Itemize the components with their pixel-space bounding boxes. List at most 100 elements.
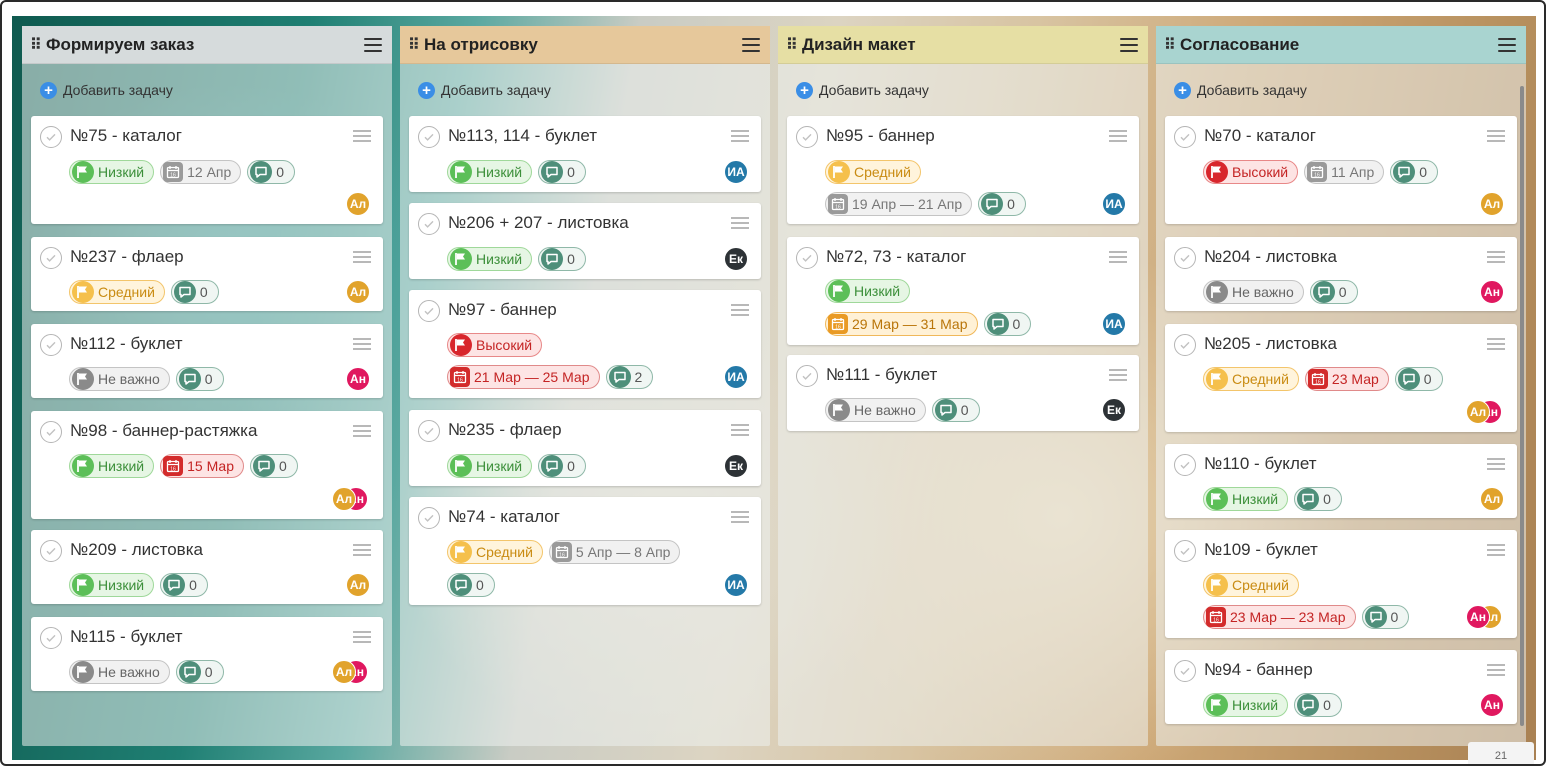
task-card[interactable]: №72, 73 - каталог Низкий 29 Мар — 31 Мар… [787, 237, 1139, 345]
comments-badge[interactable]: 0 [160, 573, 208, 597]
task-title[interactable]: №74 - каталог [448, 507, 560, 527]
task-title[interactable]: №94 - баннер [1204, 660, 1313, 680]
due-date-badge[interactable]: 15 Мар [160, 454, 244, 478]
avatar[interactable]: Ек [1102, 398, 1126, 422]
avatar[interactable]: Ал [1480, 487, 1504, 511]
avatar[interactable]: ИА [1102, 312, 1126, 336]
task-card[interactable]: №113, 114 - буклет Низкий 0 ИА [409, 116, 761, 192]
check-circle-icon[interactable] [40, 126, 62, 148]
due-date-badge[interactable]: 21 Мар — 25 Мар [447, 365, 600, 389]
task-card[interactable]: №110 - буклет Низкий 0 Ал [1165, 444, 1517, 518]
check-circle-icon[interactable] [796, 126, 818, 148]
check-circle-icon[interactable] [40, 540, 62, 562]
drag-handle-icon[interactable] [1487, 251, 1505, 263]
priority-badge[interactable]: Средний [1203, 573, 1299, 597]
priority-badge[interactable]: Высокий [447, 333, 543, 357]
comments-badge[interactable]: 2 [605, 365, 654, 389]
task-title[interactable]: №97 - баннер [448, 300, 557, 320]
priority-badge[interactable]: Низкий [69, 454, 155, 478]
task-card[interactable]: №111 - буклет Не важно 0 Ек [787, 355, 1139, 431]
drag-grip-icon[interactable]: ⠿ [1164, 35, 1178, 55]
avatar[interactable]: ИА [724, 573, 748, 597]
check-circle-icon[interactable] [418, 213, 440, 235]
comments-badge[interactable]: 0 [1394, 367, 1443, 391]
avatar[interactable]: ИА [724, 160, 748, 184]
hamburger-menu-icon[interactable] [742, 37, 760, 52]
check-circle-icon[interactable] [1174, 247, 1196, 269]
priority-badge[interactable]: Средний [1203, 367, 1299, 391]
comments-badge[interactable]: 0 [538, 454, 586, 478]
drag-handle-icon[interactable] [1487, 338, 1505, 350]
priority-badge[interactable]: Низкий [69, 160, 155, 184]
task-title[interactable]: №110 - буклет [1204, 454, 1317, 474]
hamburger-menu-icon[interactable] [1498, 37, 1516, 52]
add-task-button[interactable]: + Добавить задачу [40, 80, 392, 100]
priority-badge[interactable]: Высокий [1203, 160, 1299, 184]
task-title[interactable]: №237 - флаер [70, 247, 184, 267]
priority-badge[interactable]: Средний [447, 540, 543, 564]
task-title[interactable]: №205 - листовка [1204, 334, 1337, 354]
check-circle-icon[interactable] [418, 126, 440, 148]
priority-badge[interactable]: Низкий [447, 247, 533, 271]
priority-badge[interactable]: Низкий [825, 279, 911, 303]
task-title[interactable]: №98 - баннер-растяжка [70, 421, 257, 441]
task-title[interactable]: №109 - буклет [1204, 540, 1318, 560]
task-title[interactable]: №75 - каталог [70, 126, 182, 146]
comments-badge[interactable]: 0 [1309, 280, 1358, 304]
check-circle-icon[interactable] [796, 365, 818, 387]
priority-badge[interactable]: Низкий [447, 454, 533, 478]
check-circle-icon[interactable] [1174, 540, 1196, 562]
due-date-badge[interactable]: 19 Апр — 21 Апр [825, 192, 973, 216]
drag-handle-icon[interactable] [1109, 251, 1127, 263]
task-title[interactable]: №112 - буклет [70, 334, 183, 354]
task-card[interactable]: №235 - флаер Низкий 0 Ек [409, 410, 761, 486]
priority-badge[interactable]: Средний [69, 280, 165, 304]
avatar[interactable]: Ек [724, 454, 748, 478]
avatar[interactable]: Ек [724, 247, 748, 271]
check-circle-icon[interactable] [1174, 454, 1196, 476]
task-title[interactable]: №72, 73 - каталог [826, 247, 966, 267]
avatar[interactable]: Ал [332, 487, 356, 511]
drag-handle-icon[interactable] [731, 304, 749, 316]
comments-badge[interactable]: 0 [249, 454, 298, 478]
task-card[interactable]: №115 - буклет Не важно 0 Ал Ан [31, 617, 383, 691]
check-circle-icon[interactable] [418, 420, 440, 442]
avatar[interactable]: ИА [1102, 192, 1126, 216]
comments-badge[interactable]: 0 [170, 280, 219, 304]
comments-badge[interactable]: 0 [978, 192, 1026, 216]
drag-handle-icon[interactable] [353, 631, 371, 643]
check-circle-icon[interactable] [418, 300, 440, 322]
drag-handle-icon[interactable] [1487, 664, 1505, 676]
priority-badge[interactable]: Не важно [1203, 280, 1304, 304]
comments-badge[interactable]: 0 [931, 398, 980, 422]
drag-handle-icon[interactable] [731, 511, 749, 523]
comments-badge[interactable]: 0 [1390, 160, 1439, 184]
task-card[interactable]: №74 - каталог Средний 5 Апр — 8 Апр 0 ИА [409, 497, 761, 605]
check-circle-icon[interactable] [1174, 660, 1196, 682]
check-circle-icon[interactable] [1174, 126, 1196, 148]
task-title[interactable]: №70 - каталог [1204, 126, 1316, 146]
drag-handle-icon[interactable] [1109, 369, 1127, 381]
task-card[interactable]: №206 + 207 - листовка Низкий 0 Ек [409, 203, 761, 279]
avatar[interactable]: Ан [1466, 605, 1490, 629]
drag-handle-icon[interactable] [353, 251, 371, 263]
check-circle-icon[interactable] [40, 421, 62, 443]
add-task-button[interactable]: + Добавить задачу [796, 80, 1148, 100]
drag-grip-icon[interactable]: ⠿ [30, 35, 44, 55]
priority-badge[interactable]: Низкий [1203, 487, 1289, 511]
priority-badge[interactable]: Не важно [825, 398, 926, 422]
task-card[interactable]: №205 - листовка Средний 23 Мар 0 Ал Ан [1165, 324, 1517, 432]
task-card[interactable]: №95 - баннер Средний 19 Апр — 21 Апр 0 И… [787, 116, 1139, 224]
avatar[interactable]: Ан [1480, 693, 1504, 717]
drag-handle-icon[interactable] [1109, 130, 1127, 142]
task-title[interactable]: №204 - листовка [1204, 247, 1337, 267]
task-title[interactable]: №111 - буклет [826, 365, 937, 385]
avatar[interactable]: Ал [346, 573, 370, 597]
due-date-badge[interactable]: 5 Апр — 8 Апр [548, 540, 681, 564]
avatar[interactable]: Ал [346, 192, 370, 216]
check-circle-icon[interactable] [40, 334, 62, 356]
due-date-badge[interactable]: 12 Апр [160, 160, 242, 184]
priority-badge[interactable]: Низкий [1203, 693, 1289, 717]
task-card[interactable]: №237 - флаер Средний 0 Ал [31, 237, 383, 311]
task-title[interactable]: №206 + 207 - листовка [448, 213, 629, 233]
